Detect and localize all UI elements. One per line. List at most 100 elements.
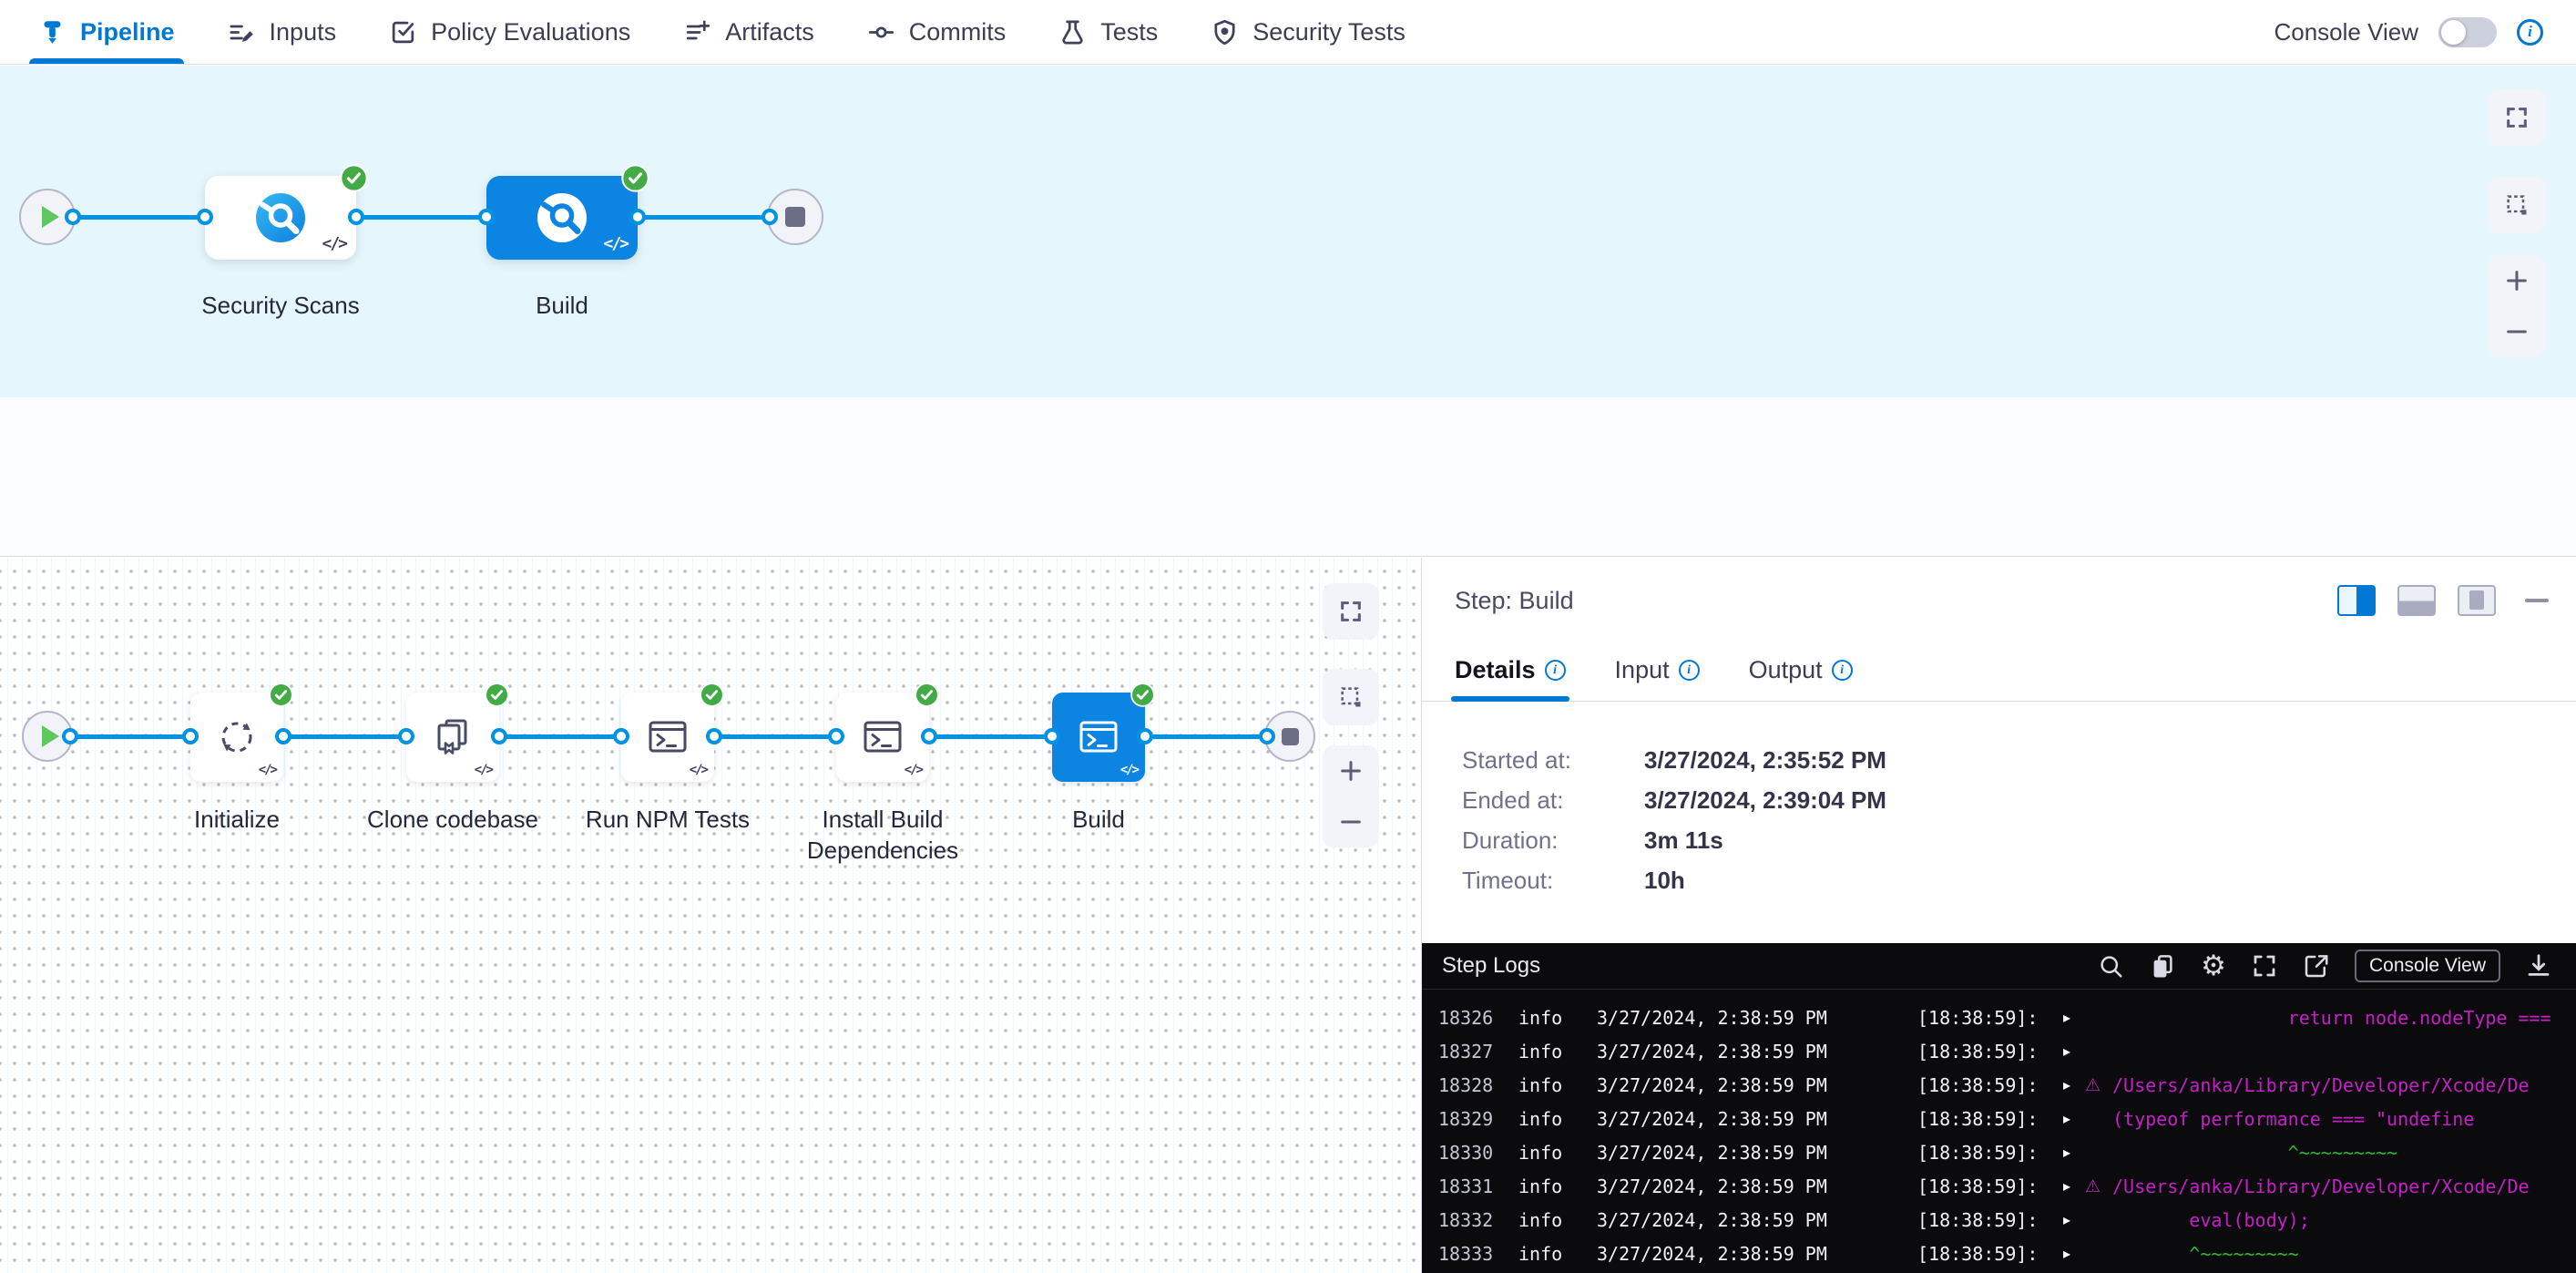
panel-tab-details[interactable]: Detailsi bbox=[1455, 656, 1566, 701]
stage-node-build[interactable]: </> bbox=[486, 176, 638, 260]
log-content: /Users/anka/Library/Developer/Xcode/De bbox=[2112, 1074, 2530, 1096]
log-console-time: [18:38:59]: bbox=[1917, 1243, 2063, 1265]
log-content: eval(body); bbox=[2112, 1209, 2310, 1231]
log-level: info bbox=[1518, 1243, 1597, 1265]
detail-value: 10h bbox=[1644, 867, 1685, 895]
marquee-select-icon bbox=[2504, 192, 2530, 218]
step-node-run-npm-tests[interactable]: </> bbox=[621, 693, 714, 782]
search-icon[interactable] bbox=[2097, 952, 2124, 980]
tab-security-tests[interactable]: Security Tests bbox=[1211, 0, 1406, 64]
collapse-panel-icon[interactable] bbox=[2525, 599, 2549, 602]
tab-pipeline[interactable]: Pipeline bbox=[38, 0, 175, 64]
log-expand-icon[interactable]: ▸ bbox=[2063, 1245, 2085, 1262]
zoom-controls bbox=[2489, 255, 2545, 357]
detail-value: 3/27/2024, 2:35:52 PM bbox=[1644, 746, 1886, 775]
log-row: 18328info3/27/2024, 2:38:59 PM[18:38:59]… bbox=[1422, 1068, 2576, 1102]
connector-point bbox=[398, 728, 414, 744]
info-icon[interactable]: i bbox=[1679, 660, 1700, 681]
log-console-time: [18:38:59]: bbox=[1917, 1108, 2063, 1130]
log-console-time: [18:38:59]: bbox=[1917, 1007, 2063, 1029]
open-external-icon[interactable] bbox=[2303, 952, 2330, 980]
success-badge-icon bbox=[621, 164, 649, 192]
log-line-number: 18328 bbox=[1438, 1074, 1518, 1096]
toggle-knob bbox=[2441, 20, 2466, 45]
panel-tab-input[interactable]: Inputi bbox=[1615, 656, 1700, 701]
connector-point bbox=[478, 209, 495, 225]
step-node-build[interactable]: </> bbox=[1052, 693, 1145, 782]
connector-point bbox=[629, 209, 646, 225]
expand-logs-icon[interactable] bbox=[2251, 952, 2278, 980]
layout-right-view-icon[interactable] bbox=[2337, 585, 2376, 616]
connector-point bbox=[62, 728, 78, 744]
tab-tests[interactable]: Tests bbox=[1058, 0, 1158, 64]
success-badge-icon bbox=[269, 683, 293, 707]
tab-policy-evaluations[interactable]: Policy Evaluations bbox=[389, 0, 630, 64]
success-badge-icon bbox=[340, 164, 368, 192]
tab-label: Policy Evaluations bbox=[431, 18, 630, 46]
panel-tab-label: Output bbox=[1749, 656, 1823, 684]
marquee-select-button[interactable] bbox=[1323, 669, 1379, 725]
tab-inputs[interactable]: Inputs bbox=[228, 0, 337, 64]
pipeline-icon bbox=[38, 18, 66, 46]
log-timestamp: 3/27/2024, 2:38:59 PM bbox=[1597, 1142, 1917, 1164]
layout-bottom-view-icon[interactable] bbox=[2397, 585, 2436, 616]
log-expand-icon[interactable]: ▸ bbox=[2063, 1009, 2085, 1026]
download-logs-icon[interactable] bbox=[2525, 952, 2552, 980]
info-icon[interactable]: i bbox=[1545, 660, 1566, 681]
connector-point bbox=[65, 209, 81, 225]
log-timestamp: 3/27/2024, 2:38:59 PM bbox=[1597, 1007, 1917, 1029]
detail-label: Timeout: bbox=[1462, 867, 1644, 895]
zoom-in-button[interactable] bbox=[1323, 745, 1379, 796]
log-line-number: 18329 bbox=[1438, 1108, 1518, 1130]
tab-commits[interactable]: Commits bbox=[867, 0, 1007, 64]
zoom-out-button[interactable] bbox=[2489, 306, 2545, 357]
step-execution-canvas: </>Initialize</>Clone codebase</>Run NPM… bbox=[0, 558, 1421, 1273]
pipeline-execution-page: Pipeline Inputs Policy Evaluations Artifact… bbox=[0, 0, 2576, 1273]
log-console-time: [18:38:59]: bbox=[1917, 1041, 2063, 1063]
log-line-number: 18326 bbox=[1438, 1007, 1518, 1029]
zoom-in-button[interactable] bbox=[2489, 255, 2545, 306]
success-badge-icon bbox=[485, 683, 509, 707]
log-expand-icon[interactable]: ▸ bbox=[2063, 1110, 2085, 1127]
log-content: ^~~~~~~~~~ bbox=[2112, 1243, 2299, 1265]
step-node-install-build-dependencies[interactable]: </> bbox=[836, 693, 929, 782]
info-icon[interactable]: i bbox=[1832, 660, 1853, 681]
connector-point bbox=[1044, 728, 1060, 744]
tab-artifacts[interactable]: Artifacts bbox=[683, 0, 814, 64]
settings-gear-icon[interactable]: ⚙ bbox=[2201, 952, 2226, 980]
log-console-time: [18:38:59]: bbox=[1917, 1175, 2063, 1197]
warning-icon: ⚠ bbox=[2085, 1176, 2112, 1196]
terminal-icon bbox=[861, 715, 905, 759]
log-expand-icon[interactable]: ▸ bbox=[2063, 1144, 2085, 1161]
play-icon bbox=[42, 206, 59, 228]
panel-tab-output[interactable]: Outputi bbox=[1749, 656, 1853, 701]
connector-point bbox=[762, 209, 778, 225]
marquee-select-icon bbox=[1338, 684, 1364, 710]
zoom-out-button[interactable] bbox=[1323, 796, 1379, 847]
fullscreen-button[interactable] bbox=[2489, 89, 2545, 146]
marquee-select-button[interactable] bbox=[2489, 177, 2545, 233]
info-icon[interactable]: i bbox=[2517, 19, 2543, 46]
layout-minimized-view-icon[interactable] bbox=[2458, 585, 2496, 616]
log-expand-icon[interactable]: ▸ bbox=[2063, 1177, 2085, 1195]
log-expand-icon[interactable]: ▸ bbox=[2063, 1076, 2085, 1093]
step-details: Started at:3/27/2024, 2:35:52 PMEnded at… bbox=[1422, 702, 2576, 900]
step-node-initialize[interactable]: </> bbox=[190, 693, 283, 782]
log-level: info bbox=[1518, 1142, 1597, 1164]
connector-point bbox=[921, 728, 937, 744]
console-view-button[interactable]: Console View bbox=[2355, 950, 2500, 982]
step-node-clone-codebase[interactable]: </> bbox=[406, 693, 499, 782]
log-level: info bbox=[1518, 1041, 1597, 1063]
artifacts-icon bbox=[683, 18, 711, 46]
console-view-toggle[interactable] bbox=[2438, 17, 2497, 47]
copy-icon[interactable] bbox=[2149, 952, 2176, 980]
fullscreen-button[interactable] bbox=[1323, 583, 1379, 640]
log-expand-icon[interactable]: ▸ bbox=[2063, 1042, 2085, 1060]
log-level: info bbox=[1518, 1175, 1597, 1197]
log-level: info bbox=[1518, 1209, 1597, 1231]
detail-value: 3m 11s bbox=[1644, 826, 1723, 855]
navbar-tabs: Pipeline Inputs Policy Evaluations Artifact… bbox=[38, 0, 1406, 64]
log-expand-icon[interactable]: ▸ bbox=[2063, 1211, 2085, 1228]
stage-node-security-scans[interactable]: </> bbox=[205, 176, 356, 260]
log-row: 18332info3/27/2024, 2:38:59 PM[18:38:59]… bbox=[1422, 1203, 2576, 1237]
